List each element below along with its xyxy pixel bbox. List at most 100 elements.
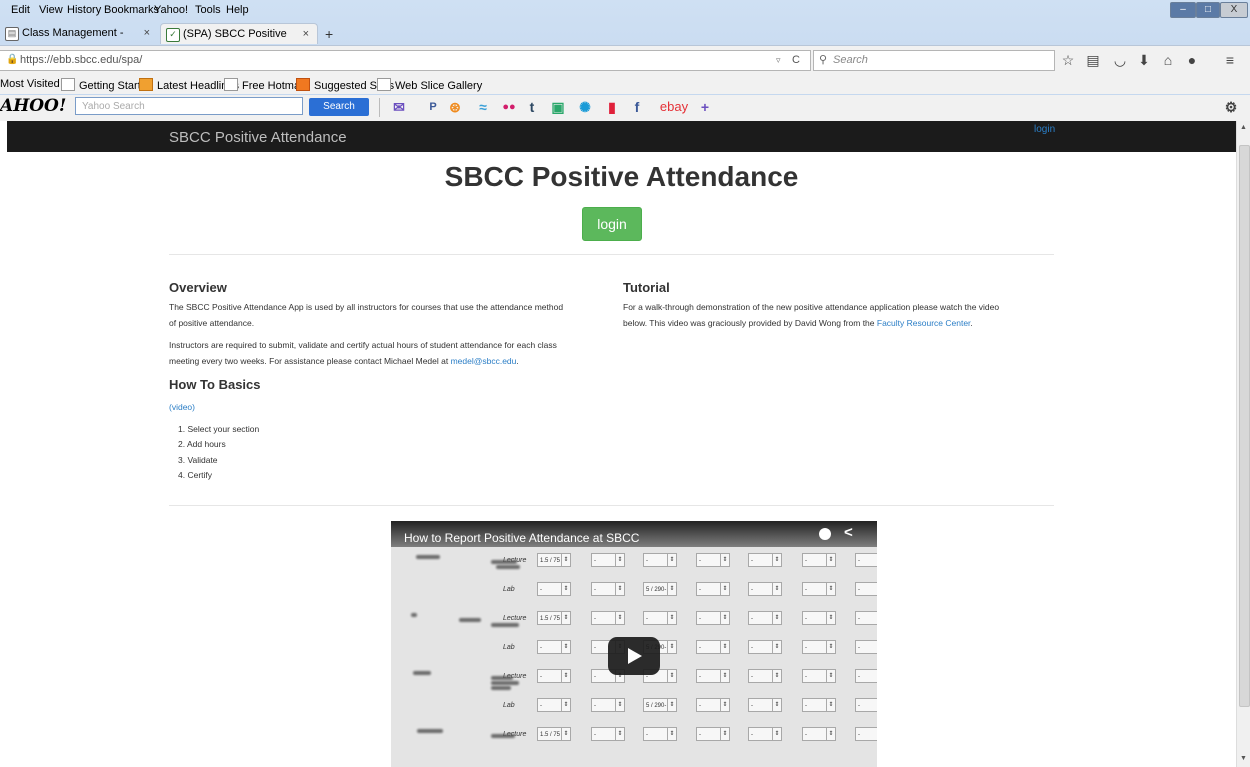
share-icon[interactable]: < <box>844 524 853 541</box>
select-arrow-icon: ⇕ <box>667 554 676 566</box>
download-icon[interactable]: ⬇ <box>1136 52 1152 68</box>
menu-yahoo[interactable]: Yahoo! <box>154 4 188 16</box>
select-arrow-icon: ⇕ <box>720 728 729 740</box>
new-tab-button[interactable]: + <box>325 26 333 42</box>
home-icon[interactable]: ⌂ <box>1160 52 1176 68</box>
tab-class-management[interactable]: ▤ Class Management - SBCC... × <box>0 23 158 59</box>
video-select-cell: -⇕ <box>643 727 677 741</box>
video-select-cell: -⇕ <box>696 640 730 654</box>
scroll-down-arrow-icon[interactable]: ▼ <box>1240 755 1247 762</box>
scrollbar-thumb[interactable] <box>1239 145 1250 707</box>
video-select-cell: -⇕ <box>591 698 625 712</box>
close-tab-icon[interactable]: × <box>303 24 309 44</box>
weather-icon[interactable]: ✺ <box>576 98 594 116</box>
watch-later-icon[interactable] <box>819 528 831 540</box>
flickr-icon[interactable]: ●● <box>500 98 518 116</box>
reading-list-icon[interactable]: ▤ <box>1085 52 1101 68</box>
search-input[interactable]: ⚲ Search <box>813 50 1055 71</box>
blurred-name <box>491 623 519 627</box>
select-arrow-icon: ⇕ <box>667 699 676 711</box>
minimize-button[interactable]: – <box>1170 2 1196 18</box>
blurred-name <box>496 565 520 569</box>
overview-paragraph-2: Instructors are required to submit, vali… <box>169 337 619 369</box>
close-tab-icon[interactable]: × <box>144 23 150 43</box>
select-arrow-icon: ⇕ <box>615 583 624 595</box>
tutorial-paragraph: For a walk-through demonstration of the … <box>623 299 1053 331</box>
video-select-cell: -⇕ <box>537 698 571 712</box>
select-arrow-icon: ⇕ <box>826 728 835 740</box>
scroll-up-arrow-icon[interactable]: ▲ <box>1240 124 1247 131</box>
nav-login-link[interactable]: login <box>1034 124 1055 135</box>
menu-history[interactable]: History <box>67 4 101 16</box>
menu-bookmarks[interactable]: Bookmarks <box>104 4 159 16</box>
email-link[interactable]: medel@sbcc.edu <box>451 356 517 366</box>
login-button[interactable]: login <box>582 207 642 241</box>
menu-edit[interactable]: Edit <box>11 4 30 16</box>
blurred-name <box>491 681 519 685</box>
chat-icon[interactable]: ● <box>1184 52 1200 68</box>
text-span: . <box>970 318 973 328</box>
yahoo-search-button[interactable]: Search <box>309 98 369 116</box>
blurred-name <box>417 729 443 733</box>
select-arrow-icon: ⇕ <box>561 554 570 566</box>
dropdown-arrow-icon[interactable]: ▿ <box>776 51 781 69</box>
answers-icon[interactable]: ▣ <box>549 98 567 116</box>
menu-help[interactable]: Help <box>226 4 249 16</box>
menu-view[interactable]: View <box>39 4 63 16</box>
video-select-cell: 5 / 290-⇕ <box>643 582 677 596</box>
select-arrow-icon: ⇕ <box>615 612 624 624</box>
video-player[interactable]: Lecture 1.5 / 75⇕ -⇕ -⇕ -⇕ -⇕ -⇕ -⇕ Lab -⇕ -⇕ 5 / 2… <box>391 521 877 767</box>
video-select-cell: -⇕ <box>696 611 730 625</box>
tumblr-icon[interactable]: t <box>523 98 541 116</box>
mail-icon[interactable]: ✉ <box>390 98 408 116</box>
menu-tools[interactable]: Tools <box>195 4 221 16</box>
sports-icon[interactable]: ⊛ <box>446 98 464 116</box>
text-span: below. This video was graciously provide… <box>623 318 877 328</box>
video-link[interactable]: video <box>172 402 192 412</box>
gear-icon[interactable]: ⚙ <box>1222 98 1240 116</box>
add-icon[interactable]: + <box>696 98 714 116</box>
play-button[interactable] <box>608 637 660 675</box>
close-window-button[interactable]: X <box>1220 2 1248 18</box>
bookmark-free-hotmail[interactable]: Free Hotmail <box>224 78 305 92</box>
divider <box>169 254 1054 255</box>
select-arrow-icon: ⇕ <box>826 554 835 566</box>
pocket-icon[interactable]: ◡ <box>1112 52 1128 68</box>
bookmark-web-slice-gallery[interactable]: Web Slice Gallery <box>377 78 482 92</box>
faculty-resource-center-link[interactable]: Faculty Resource Center <box>877 318 971 328</box>
bookmark-label: Web Slice Gallery <box>395 80 483 92</box>
finance-icon[interactable]: ≈ <box>474 98 492 116</box>
select-arrow-icon: ⇕ <box>561 583 570 595</box>
url-bar[interactable]: 🔒 https://ebb.sbcc.edu/spa/ ▿ C <box>0 50 811 71</box>
tab-spa[interactable]: ✓ (SPA) SBCC Positive Atten... × <box>160 23 318 60</box>
video-title[interactable]: How to Report Positive Attendance at SBC… <box>404 531 639 545</box>
pandora-icon[interactable]: P <box>424 98 442 116</box>
hamburger-menu-icon[interactable]: ≡ <box>1222 52 1238 68</box>
bookmark-ribbon-icon[interactable]: ▮ <box>603 98 621 116</box>
star-icon[interactable]: ☆ <box>1060 52 1076 68</box>
select-arrow-icon: ⇕ <box>561 641 570 653</box>
select-arrow-icon: ⇕ <box>561 699 570 711</box>
text-line: Instructors are required to submit, vali… <box>169 340 557 350</box>
video-form-row: Lab -⇕ -⇕ 5 / 290-⇕ -⇕ -⇕ -⇕ -⇕ <box>391 692 877 720</box>
video-select-cell: -⇕ <box>748 669 782 683</box>
vertical-scrollbar[interactable]: ▲ ▼ <box>1236 121 1250 767</box>
video-link-line: (video) <box>169 399 195 415</box>
video-row-label: Lab <box>503 702 515 709</box>
web-page: SBCC Positive Attendance login SBCC Posi… <box>7 121 1236 767</box>
ebay-icon[interactable]: ebay <box>656 98 692 116</box>
video-title-bar: How to Report Positive Attendance at SBC… <box>391 521 877 547</box>
select-arrow-icon: ⇕ <box>720 612 729 624</box>
video-select-cell: -⇕ <box>748 553 782 567</box>
facebook-icon[interactable]: f <box>628 98 646 116</box>
select-arrow-icon: ⇕ <box>615 699 624 711</box>
maximize-button[interactable]: □ <box>1196 2 1220 18</box>
yahoo-search-input[interactable]: Yahoo Search <box>75 97 303 115</box>
checkmark-icon: ✓ <box>166 28 180 42</box>
reload-icon[interactable]: C <box>792 51 800 69</box>
bookmark-most-visited[interactable]: Most Visited <box>0 78 60 90</box>
text-span: meeting every two weeks. For assistance … <box>169 356 451 366</box>
site-brand[interactable]: SBCC Positive Attendance <box>169 129 347 146</box>
select-arrow-icon: ⇕ <box>826 612 835 624</box>
video-form-row: Lab -⇕ -⇕ 5 / 290-⇕ -⇕ -⇕ -⇕ -⇕ <box>391 576 877 604</box>
